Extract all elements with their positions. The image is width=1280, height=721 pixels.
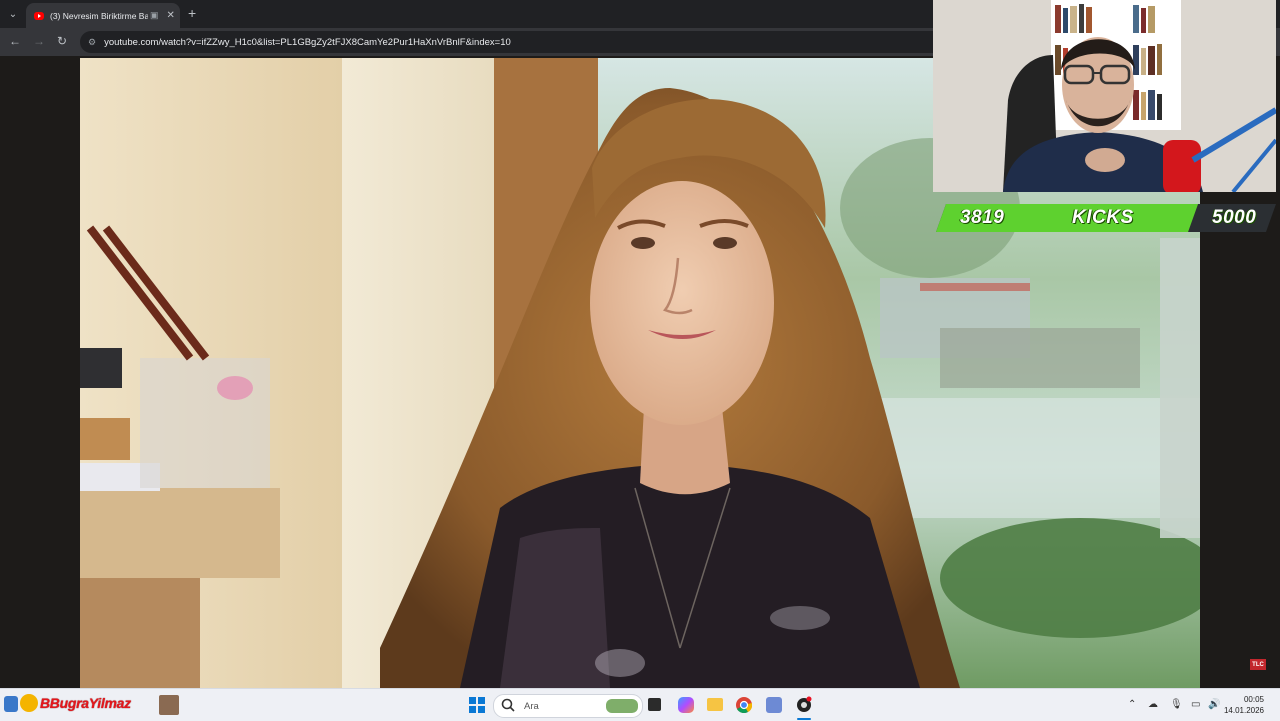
new-tab-button[interactable]: + bbox=[188, 5, 196, 21]
forward-button[interactable]: → bbox=[33, 34, 45, 48]
tab-list-button[interactable]: ⌄ bbox=[4, 5, 22, 23]
youtube-favicon-icon bbox=[34, 11, 44, 20]
emoji-avatar-icon bbox=[20, 694, 38, 712]
system-clock[interactable]: 00:05 14.01.2026 bbox=[1224, 694, 1264, 716]
reload-button[interactable]: ↻ bbox=[57, 34, 67, 48]
media-playing-icon[interactable]: ▣ bbox=[150, 10, 159, 21]
kicks-current: 3819 bbox=[960, 207, 1005, 228]
kicks-goal-bar: 3819 KICKS 5000 bbox=[936, 204, 1276, 232]
streamer-webcam bbox=[933, 0, 1276, 192]
speaker-icon[interactable]: 🔊 bbox=[1208, 699, 1220, 710]
cloud-icon[interactable]: ☁ bbox=[1148, 699, 1158, 710]
search-placeholder: Ara bbox=[524, 700, 539, 712]
kicks-goal: 5000 bbox=[1212, 207, 1257, 228]
streamer-avatar bbox=[159, 695, 179, 715]
tab-title: (3) Nevresim Biriktirme Bağ bbox=[50, 10, 148, 21]
streamer-name: BBugraYilmaz bbox=[40, 695, 131, 711]
clock-date: 14.01.2026 bbox=[1223, 706, 1264, 715]
taskbar-search[interactable]: Ara bbox=[493, 694, 643, 718]
kicks-label: KICKS bbox=[1072, 207, 1134, 228]
microphone-icon[interactable]: 🎙 bbox=[1170, 699, 1183, 710]
search-icon bbox=[501, 698, 515, 712]
obs-icon[interactable] bbox=[795, 696, 813, 714]
windows-taskbar: BBugraYilmaz Ara ⌃ ☁ 🎙 ▭ 🔊 00:05 14.01.2… bbox=[0, 688, 1280, 721]
site-info-icon[interactable]: ⚙ bbox=[88, 37, 96, 48]
tab-close-button[interactable]: ✕ bbox=[167, 10, 175, 21]
folder-icon[interactable] bbox=[707, 698, 723, 711]
browser-tab[interactable]: (3) Nevresim Biriktirme Bağ ▣ ✕ bbox=[26, 3, 180, 28]
monitor-icon[interactable]: ▭ bbox=[1191, 699, 1200, 710]
webcam-scene bbox=[933, 0, 1276, 192]
clock-time: 00:05 bbox=[1243, 695, 1264, 704]
windows-start-icon[interactable] bbox=[469, 697, 485, 713]
task-view-icon[interactable] bbox=[648, 698, 661, 711]
chevron-up-icon[interactable]: ⌃ bbox=[1128, 699, 1136, 710]
chrome-icon[interactable] bbox=[736, 697, 752, 713]
weather-widget-icon[interactable] bbox=[4, 696, 18, 712]
widgets-icon[interactable] bbox=[606, 699, 638, 713]
copilot-icon[interactable] bbox=[678, 697, 694, 713]
back-button[interactable]: ← bbox=[9, 34, 21, 48]
address-url[interactable]: youtube.com/watch?v=ifZZwy_H1c0&list=PL1… bbox=[104, 37, 511, 48]
snipping-tool-icon[interactable] bbox=[766, 697, 782, 713]
tlc-logo: TLC bbox=[1250, 659, 1266, 670]
